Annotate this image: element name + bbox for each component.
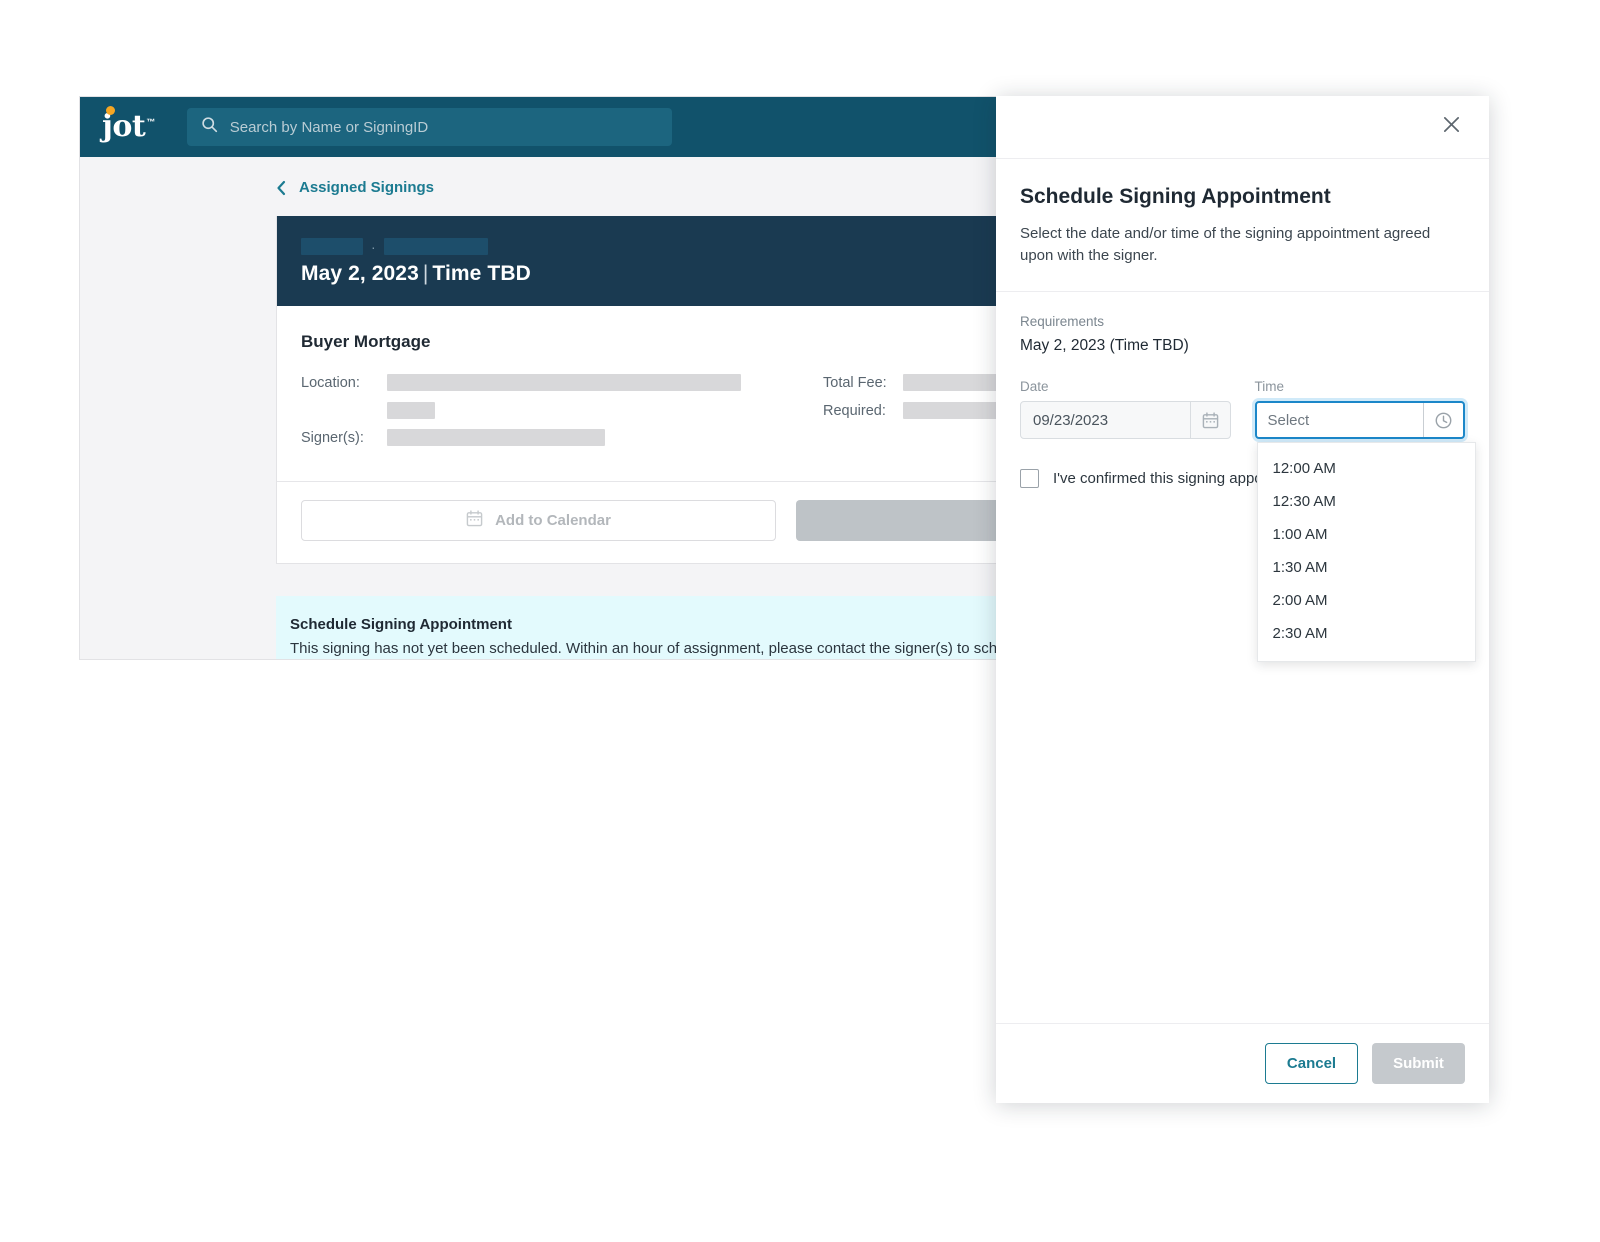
signing-time: Time TBD [432,262,531,285]
time-select-placeholder: Select [1267,411,1310,429]
time-option[interactable]: 1:00 AM [1258,518,1475,551]
detail-label-total-fee: Total Fee: [823,375,887,391]
add-to-calendar-label: Add to Calendar [495,512,611,529]
submit-button[interactable]: Submit [1372,1043,1465,1084]
redacted-value [387,429,605,446]
modal-content: Requirements May 2, 2023 (Time TBD) Date… [996,292,1489,1023]
modal-subtitle: Select the date and/or time of the signi… [1020,225,1431,264]
search-icon [201,116,218,138]
date-time-fields: Date 09/23/2023 Time Select 12:00 AM 12:… [1020,379,1476,662]
date-field-label: Date [1020,379,1049,394]
time-field-label: Time [1254,379,1285,394]
logo-dot-icon [106,106,115,115]
cancel-button[interactable]: Cancel [1265,1043,1358,1084]
signing-date: May 2, 2023 [301,262,419,285]
time-option[interactable]: 1:30 AM [1258,551,1475,584]
clock-icon[interactable] [1423,403,1463,437]
date-field-group: Date 09/23/2023 [1020,379,1231,439]
schedule-appointment-modal: Schedule Signing Appointment Select the … [996,96,1489,1103]
requirements-label: Requirements [1020,314,1105,329]
close-icon [1442,115,1461,139]
calendar-icon [466,510,483,531]
chevron-left-icon [276,180,287,196]
detail-row-signers: Signer(s): [301,429,801,447]
jot-logo[interactable]: jot™ [102,106,159,142]
modal-title: Schedule Signing Appointment [1020,185,1331,208]
search-input[interactable]: Search by Name or SigningID [186,108,672,146]
time-option[interactable]: 2:30 AM [1258,617,1475,650]
signing-details-left: Location: Signer(s): [301,374,801,457]
logo-trademark: ™ [146,117,155,127]
time-option[interactable]: 12:00 AM [1258,452,1475,485]
requirements-value: May 2, 2023 (Time TBD) [1020,337,1189,354]
search-placeholder: Search by Name or SigningID [229,118,429,136]
redacted-value [387,402,435,419]
date-input-value: 09/23/2023 [1033,411,1109,429]
screenshot-stage: jot™ Search by Name or SigningID Assigne… [0,0,1600,1242]
time-select[interactable]: Select [1254,401,1465,439]
detail-label-location: Location: [301,375,360,391]
redacted-block [301,238,363,255]
date-input[interactable]: 09/23/2023 [1020,401,1231,439]
detail-row-location: Location: [301,374,801,392]
redacted-separator: · [371,238,376,255]
detail-label-required: Required: [823,403,886,419]
detail-row-location-line2 [301,402,801,419]
modal-topbar [996,96,1489,159]
redacted-value [387,374,741,391]
breadcrumb-assigned-signings[interactable]: Assigned Signings [276,179,434,196]
modal-header: Schedule Signing Appointment Select the … [996,159,1489,292]
time-options-dropdown[interactable]: 12:00 AM 12:30 AM 1:00 AM 1:30 AM 2:00 A… [1256,442,1476,662]
detail-label-signers: Signer(s): [301,430,364,446]
breadcrumb-label: Assigned Signings [299,179,435,196]
time-option[interactable]: 12:30 AM [1258,485,1475,518]
time-option[interactable]: 2:00 AM [1258,584,1475,617]
time-field-group: Time Select 12:00 AM 12:30 AM 1:00 AM 1:… [1254,379,1476,662]
redacted-block [383,238,488,255]
title-separator: | [422,262,429,285]
confirm-appointment-checkbox[interactable] [1020,469,1039,488]
modal-footer: Cancel Submit [996,1023,1489,1103]
calendar-icon[interactable] [1189,402,1230,438]
close-button[interactable] [1438,114,1464,140]
confirm-appointment-label: I've confirmed this signing appo [1053,470,1263,487]
add-to-calendar-button[interactable]: Add to Calendar [301,500,776,541]
